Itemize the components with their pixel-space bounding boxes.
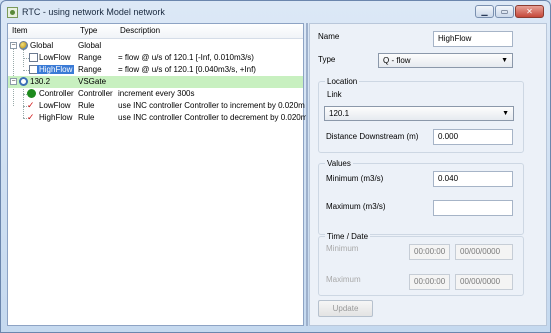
rule-icon: ✓	[27, 112, 35, 122]
app-icon	[7, 6, 18, 18]
maximize-icon: ▭	[500, 7, 509, 16]
close-icon: ✕	[526, 7, 533, 16]
time-date-title: Time / Date	[325, 232, 371, 241]
properties-panel: Name HighFlow Type Q - flow ▼ Location L…	[309, 23, 547, 326]
time-minimum-label: Minimum	[326, 244, 359, 253]
minimum-field[interactable]: 0.040	[433, 171, 513, 187]
pane-splitter[interactable]	[306, 23, 308, 326]
minimize-icon: ▁	[481, 7, 488, 16]
rtc-window: RTC - using network Model network ▁ ▭ ✕ …	[0, 0, 551, 333]
location-title: Location	[325, 77, 360, 86]
tree-item-label: LowFlow	[39, 101, 71, 110]
values-title: Values	[325, 159, 353, 168]
tree-item-type: Rule	[78, 101, 95, 110]
title-bar[interactable]: RTC - using network Model network ▁ ▭ ✕	[1, 1, 550, 23]
time-maximum-date-field[interactable]: 00/00/0000	[455, 274, 513, 290]
rtc-tree[interactable]: Item Type Description − Global Global Lo…	[7, 23, 307, 326]
column-header-item[interactable]: Item	[12, 26, 28, 35]
column-header-description[interactable]: Description	[120, 26, 160, 35]
link-select-value: 120.1	[329, 109, 350, 118]
time-minimum-time-field[interactable]: 00:00:00	[409, 244, 450, 260]
tree-item-label: LowFlow	[39, 53, 71, 62]
tree-item-description: use INC controller Controller to increme…	[118, 101, 305, 110]
tree-row-controller[interactable]: Controller Controller increment every 30…	[8, 88, 303, 100]
tree-item-type: Rule	[78, 113, 95, 122]
tree-item-type: Range	[78, 53, 102, 62]
type-label: Type	[318, 55, 336, 64]
collapse-toggle[interactable]: −	[10, 42, 17, 49]
tree-row-highflow-rule[interactable]: ✓ HighFlow Rule use INC controller Contr…	[8, 112, 307, 124]
range-icon	[29, 53, 38, 62]
time-maximum-label: Maximum	[326, 275, 361, 284]
type-select-value: Q - flow	[383, 56, 411, 65]
tree-item-label-selected: HighFlow	[37, 65, 75, 74]
tree-item-label: 130.2	[30, 77, 51, 86]
column-header-type[interactable]: Type	[80, 26, 97, 35]
rule-icon: ✓	[27, 100, 35, 110]
chevron-down-icon: ▼	[501, 57, 508, 64]
tree-row-highflow-range[interactable]: HighFlow Range = flow @ u/s of 120.1 [0.…	[8, 64, 303, 76]
tree-item-label: Controller	[39, 89, 74, 98]
link-label: Link	[327, 90, 342, 99]
maximum-field[interactable]	[433, 200, 513, 216]
tree-row-lowflow-range[interactable]: LowFlow Range = flow @ u/s of 120.1 [-In…	[8, 52, 303, 64]
link-select[interactable]: 120.1 ▼	[324, 106, 514, 121]
tree-item-description: increment every 300s	[118, 89, 195, 98]
window-title: RTC - using network Model network	[22, 7, 165, 17]
tree-item-label: Global	[30, 41, 54, 50]
time-minimum-date-field[interactable]: 00/00/0000	[455, 244, 513, 260]
tree-item-description: use INC controller Controller to decreme…	[118, 113, 308, 122]
distance-field[interactable]: 0.000	[433, 129, 513, 145]
distance-label: Distance Downstream (m)	[326, 132, 419, 141]
controller-icon	[27, 89, 36, 98]
tree-item-type: VSGate	[78, 77, 107, 86]
tree-item-type: Controller	[78, 89, 113, 98]
tree-item-type: Range	[78, 65, 102, 74]
maximize-button[interactable]: ▭	[495, 5, 514, 18]
tree-row-global[interactable]: − Global Global	[8, 40, 303, 52]
tree-row-vsgate[interactable]: − 130.2 VSGate	[8, 76, 303, 88]
update-button[interactable]: Update	[318, 300, 373, 317]
minimum-label: Minimum (m3/s)	[326, 174, 384, 183]
maximum-label: Maximum (m3/s)	[326, 202, 386, 211]
name-field[interactable]: HighFlow	[433, 31, 513, 47]
tree-item-description: = flow @ u/s of 120.1 [0.040m3/s, +Inf)	[118, 65, 256, 74]
chevron-down-icon: ▼	[502, 110, 509, 117]
tree-item-type: Global	[78, 41, 102, 50]
tree-header: Item Type Description	[8, 24, 303, 39]
minimize-button[interactable]: ▁	[475, 5, 494, 18]
gate-icon	[19, 77, 28, 86]
type-select[interactable]: Q - flow ▼	[378, 53, 513, 68]
globe-icon	[19, 41, 28, 50]
tree-item-description: = flow @ u/s of 120.1 [-Inf, 0.010m3/s)	[118, 53, 254, 62]
close-button[interactable]: ✕	[515, 5, 544, 18]
tree-row-lowflow-rule[interactable]: ✓ LowFlow Rule use INC controller Contro…	[8, 100, 305, 112]
collapse-toggle[interactable]: −	[10, 78, 17, 85]
tree-item-label: HighFlow	[39, 113, 73, 122]
time-maximum-time-field[interactable]: 00:00:00	[409, 274, 450, 290]
name-label: Name	[318, 32, 340, 41]
